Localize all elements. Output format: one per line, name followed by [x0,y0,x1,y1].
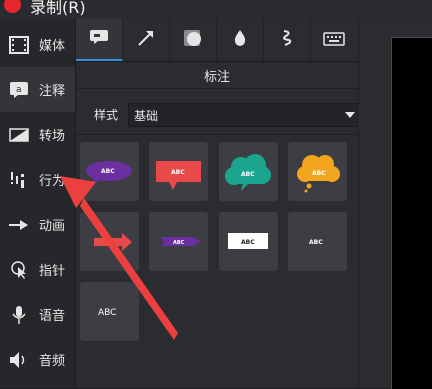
style-row: 样式 基础 [94,103,362,127]
sidebar-item-label: 指针 [39,264,66,279]
record-dot-icon[interactable] [4,0,21,13]
sidebar-item-cursor[interactable]: 指针 [0,247,75,292]
preview-canvas[interactable] [391,37,432,389]
style-dropdown[interactable]: 基础 [128,103,362,127]
annotation-icon: a [8,79,30,101]
callout-red-arrow[interactable] [80,212,139,271]
title-bar: 录制(R) [0,0,432,19]
callout-white-box[interactable]: ABC [219,212,278,271]
callout-icon [89,29,109,49]
sidebar-item-media[interactable]: 媒体 [0,22,75,67]
style-label: 样式 [94,108,119,122]
blur-icon [233,29,247,51]
sidebar-item-audio[interactable]: 音频 [0,337,75,382]
style-value: 基础 [134,109,159,123]
tab-blur[interactable] [217,19,264,61]
svg-text:ABC: ABC [171,169,185,176]
speaker-icon [8,349,30,371]
shape-icon [183,29,203,51]
sidebar-item-label: 音频 [39,354,66,369]
callout-teal-cloud[interactable]: ABC [219,142,278,201]
arrow-icon [137,29,155,51]
cursor-icon [8,259,30,281]
callouts-panel: 标注 样式 基础 ABC ABC ABC ABC ABC ABC ABC ABC [76,62,362,388]
divider [76,88,358,89]
svg-text:ABC: ABC [173,240,185,246]
record-menu[interactable]: 录制(R) [30,0,86,18]
svg-text:a: a [16,85,22,95]
tab-sketch-motion[interactable] [264,19,311,61]
tab-callouts[interactable] [76,19,123,61]
sidebar-item-behaviors[interactable]: 行为 [0,157,75,202]
sidebar-item-label: 转场 [39,129,66,144]
svg-text:ABC: ABC [98,308,116,318]
annotation-type-toolbar [76,19,358,62]
microphone-icon [8,304,30,326]
callout-red-speech[interactable]: ABC [149,142,208,201]
chevron-down-icon [345,112,355,118]
svg-text:ABC: ABC [309,239,323,246]
transition-icon [8,124,30,146]
tab-keystroke[interactable] [311,19,357,61]
sidebar-item-annotations[interactable]: a 注释 [0,67,75,112]
tab-shapes[interactable] [170,19,217,61]
animation-icon [8,214,30,236]
sidebar-item-voice[interactable]: 语音 [0,292,75,337]
svg-text:ABC: ABC [241,171,255,178]
keystroke-icon [323,31,345,50]
callout-orange-thought[interactable]: ABC [288,142,347,201]
divider [76,134,358,135]
svg-text:ABC: ABC [101,168,115,175]
behavior-icon [8,169,30,191]
svg-text:ABC: ABC [312,170,326,177]
sidebar-item-label: 语音 [39,309,66,324]
tab-arrows[interactable] [123,19,170,61]
callout-purple-speech[interactable]: ABC [80,142,139,201]
sketch-motion-icon [280,29,294,51]
sidebar-item-label: 动画 [39,219,66,234]
svg-text:ABC: ABC [241,239,255,246]
sidebar-item-label: 注释 [39,84,66,99]
sidebar-item-label: 媒体 [39,39,66,54]
film-icon [8,34,30,56]
sidebar-item-transitions[interactable]: 转场 [0,112,75,157]
panel-title: 标注 [203,70,230,85]
sidebar-item-label: 行为 [39,174,66,189]
sidebar: 媒体 a 注释 转场 行为 动画 指针 语音 音频 [0,19,76,388]
callout-text-only[interactable]: ABC [288,212,347,271]
callout-plain-text[interactable]: ABC [80,282,139,341]
callout-purple-arrow[interactable]: ABC [149,212,208,271]
sidebar-item-animations[interactable]: 动画 [0,202,75,247]
